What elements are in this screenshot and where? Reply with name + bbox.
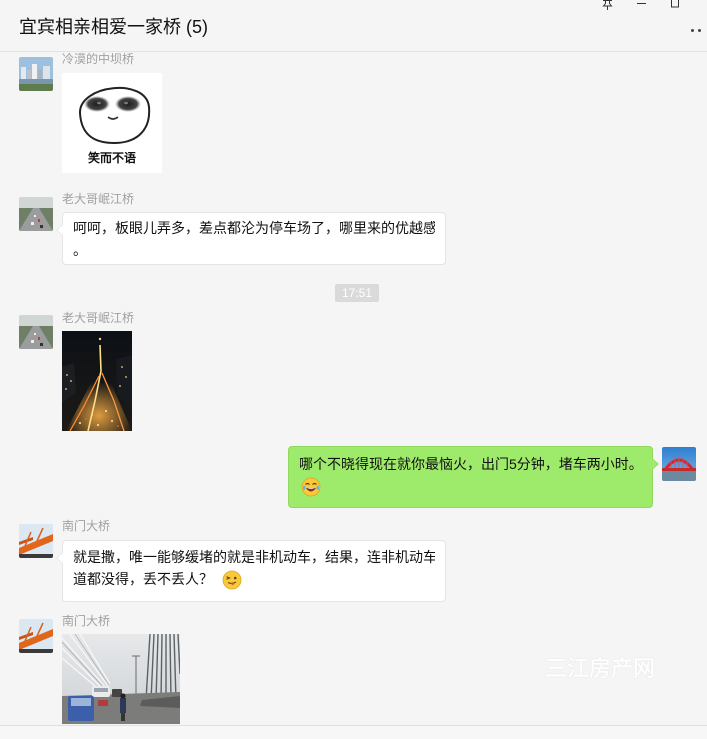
message-text-line: 道都没得，丢不丢人？ (73, 568, 435, 590)
more-icon[interactable] (691, 29, 705, 33)
laugh-cry-emoji (301, 477, 321, 497)
sender-name: 老大哥岷江桥 (62, 311, 135, 325)
sender-name: 南门大桥 (62, 519, 111, 533)
sticker-caption: 笑而不语 (87, 151, 136, 165)
message-bubble: 哪个不晓得现在就你最恼火，出门5分钟，堵车两小时。 (288, 446, 659, 508)
message-text: 哪个不晓得现在就你最恼火，出门5分钟，堵车两小时。 (299, 456, 642, 472)
message-bubble: 就是撒，唯一能够缓堵的就是非机动车，结果，连非机动车 道都没得，丢不丢人？ (56, 540, 446, 602)
chat-header: 宜宾相亲相爱一家桥 (5) (0, 0, 707, 52)
sender-avatar[interactable] (19, 197, 53, 231)
sticker-message[interactable]: 笑而不语 (62, 73, 162, 173)
sender-avatar[interactable] (19, 315, 53, 349)
minimize-icon[interactable] (637, 0, 647, 8)
sender-name: 老大哥岷江桥 (62, 192, 135, 206)
chat-title: 宜宾相亲相爱一家桥 (5) (19, 17, 208, 37)
maximize-icon[interactable] (671, 0, 681, 8)
sender-name: 南门大桥 (62, 614, 111, 628)
tongue-out-emoji (222, 570, 242, 590)
message-bubble: 呵呵，板眼儿弄多，差点都沦为停车场了，哪里来的优越感 。 (56, 212, 446, 265)
message-text: 就是撒，唯一能够缓堵的就是非机动车，结果，连非机动车 (73, 549, 435, 565)
image-message[interactable] (62, 331, 132, 431)
message-text: 道都没得，丢不丢人？ (73, 571, 213, 587)
chat-window: 宜宾相亲相爱一家桥 (5) 冷漠的中坝桥 笑而不语 老大哥岷江桥 呵呵，板眼儿弄… (0, 0, 707, 739)
image-message[interactable] (62, 634, 180, 724)
pin-icon[interactable] (602, 0, 613, 10)
sender-name: 冷漠的中坝桥 (62, 52, 135, 66)
message-text: 。 (73, 242, 87, 258)
message-emoji-line (299, 475, 642, 497)
timestamp: 17:51 (335, 284, 379, 302)
watermark: 三江房产网 (545, 656, 656, 681)
message-text: 呵呵，板眼儿弄多，差点都沦为停车场了，哪里来的优越感 (73, 220, 435, 236)
sender-avatar[interactable] (19, 619, 53, 653)
sender-avatar[interactable] (19, 57, 53, 91)
input-area[interactable] (0, 725, 707, 739)
sender-avatar[interactable] (19, 524, 53, 558)
my-avatar[interactable] (662, 447, 696, 481)
